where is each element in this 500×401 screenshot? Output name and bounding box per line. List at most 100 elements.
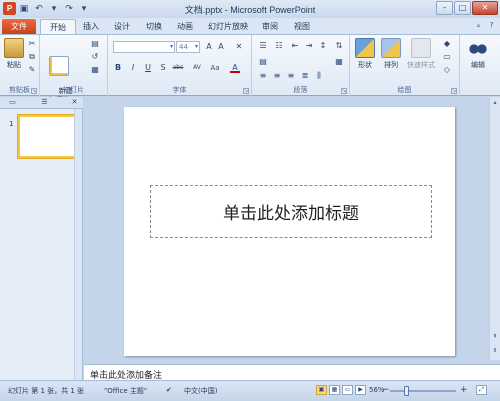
smartart-icon[interactable]: ▦: [334, 57, 344, 67]
zoom-in-icon[interactable]: +: [460, 385, 468, 395]
shapes-button[interactable]: 形状: [353, 38, 377, 70]
slide-sorter-icon[interactable]: ▦: [329, 385, 340, 395]
justify-icon[interactable]: ≣: [300, 71, 310, 81]
binoculars-icon: [468, 38, 488, 58]
tab-view[interactable]: 视图: [290, 19, 314, 34]
next-slide-icon[interactable]: ⇟: [491, 347, 499, 355]
arrange-label: 排列: [384, 61, 398, 69]
slides-panel-scrollbar[interactable]: [74, 109, 82, 380]
slideshow-icon[interactable]: ▶: [355, 385, 366, 395]
quick-styles-button[interactable]: 快速样式: [405, 38, 437, 70]
font-color-button[interactable]: A: [230, 63, 240, 73]
font-size-value: 44: [179, 43, 188, 51]
bold-button[interactable]: B: [113, 63, 123, 73]
editing-button[interactable]: 编辑: [466, 38, 490, 70]
outline-tab-icon[interactable]: ☰: [40, 98, 49, 107]
slide-count-status: 幻灯片 第 1 张，共 1 张: [8, 387, 85, 395]
shrink-font-icon[interactable]: A: [216, 42, 226, 52]
font-family-combo[interactable]: ▾: [113, 41, 175, 53]
tab-animations[interactable]: 动画: [173, 19, 197, 34]
normal-view-icon[interactable]: ▣: [316, 385, 327, 395]
zoom-slider-thumb[interactable]: [403, 386, 409, 396]
editing-group: 编辑: [460, 35, 498, 96]
clear-formatting-icon[interactable]: ✕: [234, 42, 244, 52]
bullets-icon[interactable]: ☰: [258, 41, 268, 51]
reset-icon[interactable]: ↺: [90, 52, 100, 62]
slide-canvas[interactable]: 单击此处添加标题: [124, 107, 455, 356]
drawing-group-label: 绘图: [397, 86, 412, 94]
minimize-ribbon-icon[interactable]: ▵: [474, 21, 483, 30]
clipboard-launcher-icon[interactable]: ↘: [31, 88, 37, 94]
paragraph-group: ☰ ☷ ⇤ ⇥ ↕ ⇅ ▤ ▦ ≡ ≡ ≡ ≣ ⫼ 段落 ↘: [252, 35, 350, 96]
numbering-icon[interactable]: ☷: [274, 41, 284, 51]
tab-file[interactable]: 文件: [2, 19, 36, 34]
tab-design[interactable]: 设计: [110, 19, 134, 34]
previous-slide-icon[interactable]: ⇞: [491, 333, 499, 341]
status-bar: 幻灯片 第 1 张，共 1 张 "Office 主题" ✔ 中文(中国) ▣ ▦…: [0, 380, 500, 401]
strikethrough-button[interactable]: abc: [170, 63, 186, 73]
maximize-button[interactable]: □: [454, 1, 471, 15]
slides-tab-icon[interactable]: ▭: [8, 98, 17, 107]
minimize-button[interactable]: –: [436, 1, 453, 15]
editor-vertical-scrollbar[interactable]: ▴ ⇞ ⇟: [489, 97, 500, 360]
theme-status[interactable]: "Office 主题": [104, 386, 147, 396]
help-icon[interactable]: ?: [487, 21, 496, 30]
drawing-launcher-icon[interactable]: ↘: [451, 88, 457, 94]
title-bar: P ▣ ↶ ▾ ↷ ▾ 文档.pptx - Microsoft PowerPoi…: [0, 0, 500, 18]
section-icon[interactable]: ▦: [90, 65, 100, 75]
font-launcher-icon[interactable]: ↘: [243, 88, 249, 94]
slide-thumbnail[interactable]: [17, 114, 77, 159]
align-center-icon[interactable]: ≡: [272, 71, 282, 81]
increase-indent-icon[interactable]: ⇥: [304, 41, 314, 51]
line-spacing-icon[interactable]: ↕: [318, 41, 328, 51]
shadow-button[interactable]: S: [158, 63, 168, 73]
text-direction-icon[interactable]: ⇅: [334, 41, 344, 51]
scroll-up-icon[interactable]: ▴: [491, 99, 499, 107]
zoom-out-icon[interactable]: −: [382, 385, 390, 395]
align-text-icon[interactable]: ▤: [258, 57, 268, 67]
shape-effects-icon[interactable]: ◇: [442, 65, 452, 75]
close-panel-icon[interactable]: ✕: [70, 98, 79, 107]
slides-panel: ▭ ☰ ✕ 1: [0, 97, 83, 380]
tab-transitions[interactable]: 切换: [142, 19, 166, 34]
shape-fill-icon[interactable]: ◆: [442, 39, 452, 49]
align-right-icon[interactable]: ≡: [286, 71, 296, 81]
language-status[interactable]: 中文(中国): [184, 386, 217, 396]
copy-icon[interactable]: ⧉: [27, 52, 37, 62]
font-size-combo[interactable]: 44 ▾: [176, 41, 200, 53]
character-spacing-button[interactable]: AV: [190, 63, 204, 73]
zoom-slider-track[interactable]: [390, 390, 456, 392]
align-left-icon[interactable]: ≡: [258, 71, 268, 81]
cut-icon[interactable]: ✂: [27, 39, 37, 49]
tab-insert[interactable]: 插入: [79, 19, 103, 34]
decrease-indent-icon[interactable]: ⇤: [290, 41, 300, 51]
underline-button[interactable]: U: [143, 63, 153, 73]
tab-review[interactable]: 审阅: [258, 19, 282, 34]
tab-home[interactable]: 开始: [40, 19, 76, 34]
italic-button[interactable]: I: [128, 63, 138, 73]
tab-slideshow[interactable]: 幻灯片放映: [204, 19, 252, 34]
paste-button[interactable]: 粘贴: [4, 38, 24, 70]
window-title: 文档.pptx - Microsoft PowerPoint: [184, 5, 316, 15]
layout-icon[interactable]: ▤: [90, 39, 100, 49]
slide-editor: 单击此处添加标题: [84, 97, 489, 360]
reading-view-icon[interactable]: ▭: [342, 385, 353, 395]
drawing-group: 形状 排列 快速样式 ◆ ▭ ◇ 绘图 ↘: [350, 35, 460, 96]
font-size-dropdown-icon[interactable]: ▾: [195, 42, 198, 52]
grow-font-icon[interactable]: A: [204, 42, 214, 52]
close-button[interactable]: ✕: [472, 1, 498, 15]
format-painter-icon[interactable]: ✎: [27, 65, 37, 75]
notes-pane[interactable]: 单击此处添加备注: [84, 364, 500, 381]
title-placeholder[interactable]: 单击此处添加标题: [150, 185, 432, 238]
new-slide-icon: [49, 56, 69, 76]
columns-icon[interactable]: ⫼: [314, 71, 324, 81]
arrange-button[interactable]: 排列: [379, 38, 403, 70]
shape-outline-icon[interactable]: ▭: [442, 52, 452, 62]
change-case-button[interactable]: Aa: [208, 63, 222, 73]
font-family-dropdown-icon[interactable]: ▾: [170, 42, 173, 52]
spellcheck-icon[interactable]: ✔: [166, 386, 172, 394]
font-group-label: 字体: [172, 86, 187, 94]
paragraph-launcher-icon[interactable]: ↘: [341, 88, 347, 94]
slides-panel-header: ▭ ☰ ✕: [0, 97, 83, 109]
fit-to-window-icon[interactable]: ⤢: [476, 385, 487, 395]
